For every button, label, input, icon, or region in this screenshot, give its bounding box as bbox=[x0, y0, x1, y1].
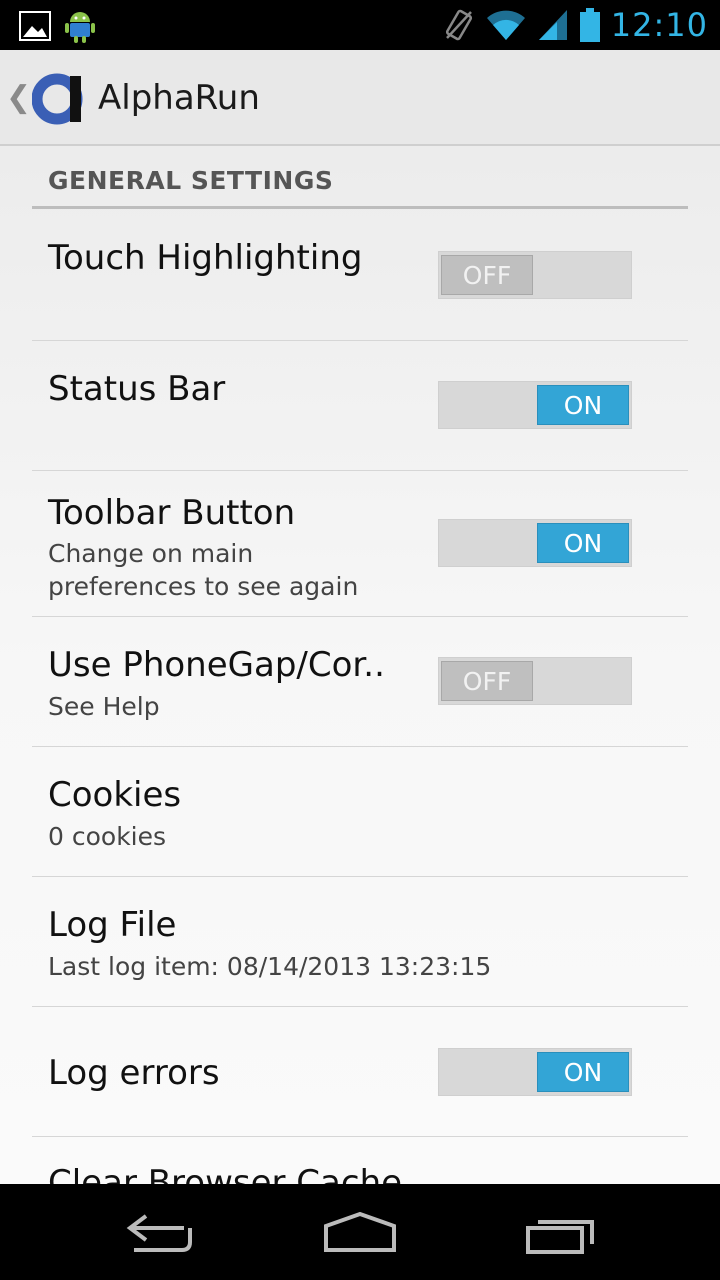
wifi-icon bbox=[486, 10, 525, 40]
signal-icon bbox=[538, 10, 567, 40]
setting-cookies[interactable]: Cookies 0 cookies bbox=[32, 747, 688, 877]
settings-list[interactable]: GENERAL SETTINGS Touch Highlighting OFF … bbox=[0, 146, 720, 1184]
setting-title: Cookies bbox=[48, 775, 182, 815]
toggle-knob: ON bbox=[537, 385, 629, 425]
setting-use-phonegap[interactable]: Use PhoneGap/Cor.. See Help OFF bbox=[32, 617, 688, 747]
toggle-knob: ON bbox=[537, 1052, 629, 1092]
setting-summary: See Help bbox=[48, 692, 160, 721]
action-bar: ❮ AlphaRun bbox=[0, 50, 720, 146]
toolbar-button-toggle[interactable]: ON bbox=[438, 519, 632, 567]
log-errors-toggle[interactable]: ON bbox=[438, 1048, 632, 1096]
setting-summary: 0 cookies bbox=[48, 822, 167, 851]
setting-touch-highlighting[interactable]: Touch Highlighting OFF bbox=[32, 210, 688, 341]
image-icon bbox=[19, 11, 51, 41]
setting-summary: Last log item: 08/14/2013 13:23:15 bbox=[48, 952, 492, 981]
up-caret-icon[interactable]: ❮ bbox=[6, 80, 31, 115]
app-title: AlphaRun bbox=[98, 78, 260, 118]
setting-log-errors[interactable]: Log errors ON bbox=[32, 1007, 688, 1137]
setting-toolbar-button[interactable]: Toolbar Button Change on main preference… bbox=[32, 471, 688, 617]
setting-title: Status Bar bbox=[48, 369, 226, 409]
android-icon bbox=[65, 12, 95, 43]
setting-title: Touch Highlighting bbox=[48, 238, 363, 278]
clock: 12:10 bbox=[610, 6, 708, 44]
status-bar: 12:10 bbox=[0, 0, 720, 50]
setting-title: Log File bbox=[48, 905, 177, 945]
touch-highlighting-toggle[interactable]: OFF bbox=[438, 251, 632, 299]
battery-icon bbox=[579, 8, 600, 42]
back-icon[interactable] bbox=[124, 1212, 196, 1256]
home-icon[interactable] bbox=[322, 1212, 398, 1256]
setting-summary: Change on main preferences to see again bbox=[48, 539, 359, 601]
setting-title: Use PhoneGap/Cor.. bbox=[48, 645, 385, 685]
recents-icon[interactable] bbox=[524, 1212, 600, 1256]
navigation-bar bbox=[0, 1184, 720, 1280]
toggle-knob: OFF bbox=[441, 661, 533, 701]
setting-status-bar[interactable]: Status Bar ON bbox=[32, 341, 688, 471]
use-phonegap-toggle[interactable]: OFF bbox=[438, 657, 632, 705]
toggle-knob: ON bbox=[537, 523, 629, 563]
setting-title: Clear Browser Cache bbox=[48, 1163, 403, 1184]
section-header: GENERAL SETTINGS bbox=[48, 166, 334, 195]
setting-title: Log errors bbox=[48, 1053, 220, 1093]
setting-clear-browser-cache[interactable]: Clear Browser Cache bbox=[32, 1137, 688, 1184]
setting-title: Toolbar Button bbox=[48, 493, 296, 533]
section-divider bbox=[32, 206, 688, 209]
setting-log-file[interactable]: Log File Last log item: 08/14/2013 13:23… bbox=[32, 877, 688, 1007]
vibrate-icon bbox=[445, 9, 472, 41]
status-bar-toggle[interactable]: ON bbox=[438, 381, 632, 429]
app-logo[interactable] bbox=[32, 72, 86, 126]
toggle-knob: OFF bbox=[441, 255, 533, 295]
